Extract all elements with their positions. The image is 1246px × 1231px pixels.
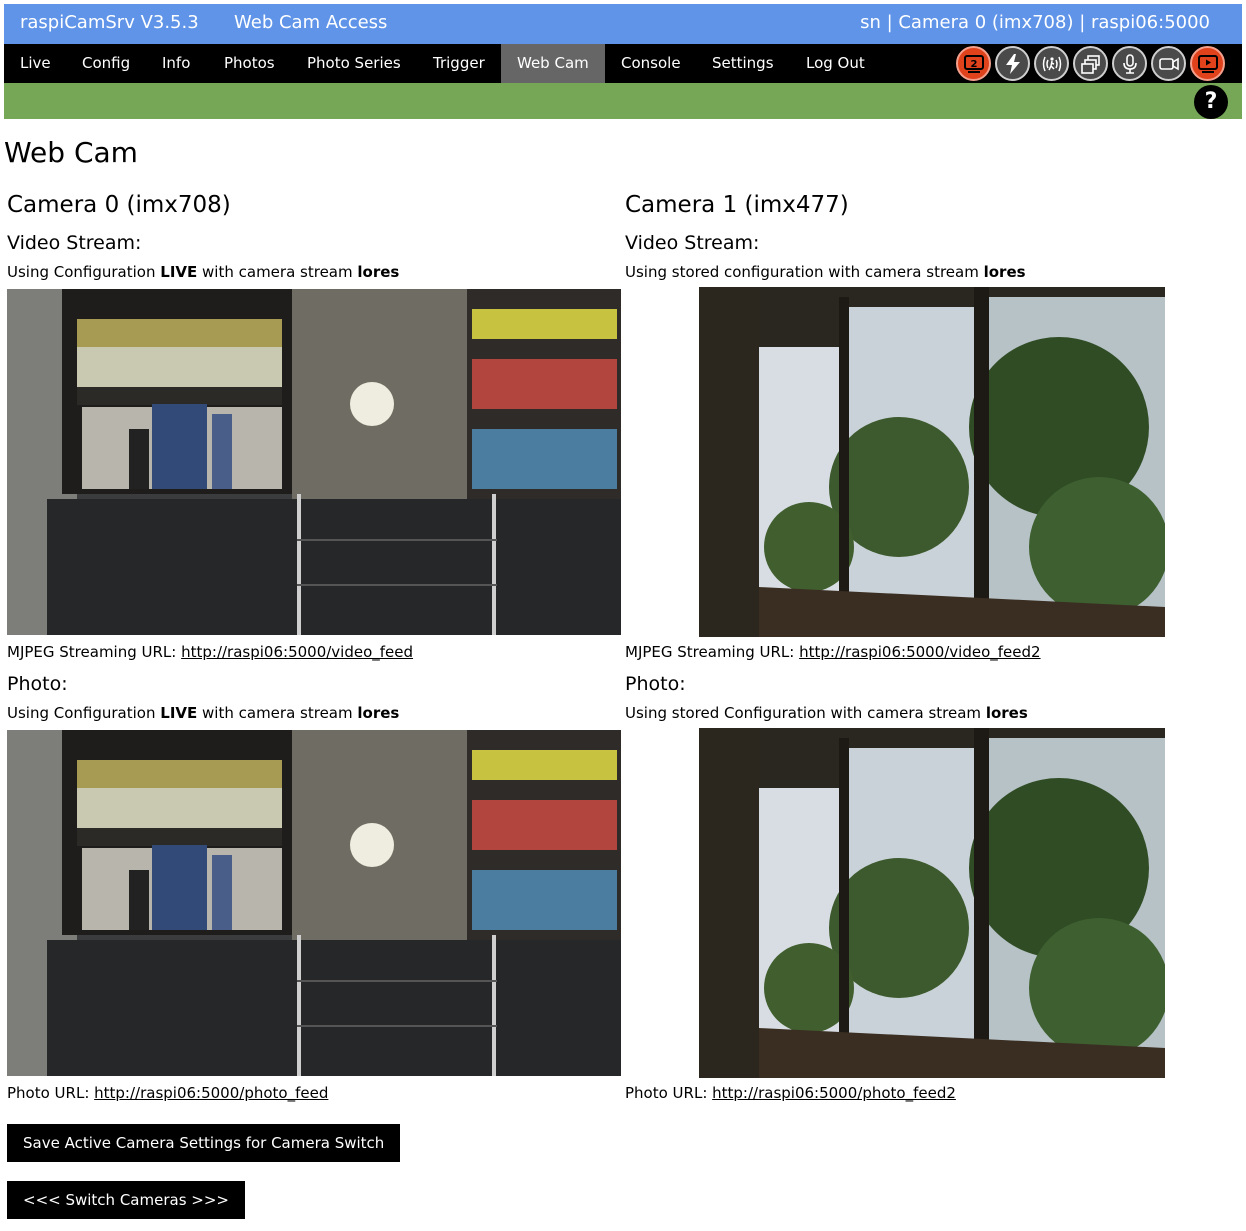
camera-0-video-label: Video Stream: (7, 232, 142, 254)
page-heading: Web Cam Access (234, 12, 388, 33)
nav-settings[interactable]: Settings (696, 44, 790, 83)
nav-console[interactable]: Console (605, 44, 697, 83)
camera-1-mjpeg-url-row: MJPEG Streaming URL: http://raspi06:5000… (625, 643, 1041, 661)
camera-1-photo-config: Using stored Configuration with camera s… (625, 704, 1028, 722)
camera-0-video-stream[interactable] (7, 289, 621, 635)
camera-status: sn | Camera 0 (imx708) | raspi06:5000 (860, 12, 1210, 33)
camera-0-photo[interactable] (7, 730, 621, 1076)
camera-1-heading: Camera 1 (imx477) (625, 192, 849, 218)
camera-switch-count: 2 (970, 59, 977, 70)
camera-0-photo-config: Using Configuration LIVE with camera str… (7, 704, 400, 722)
camera-1-mjpeg-url-link[interactable]: http://raspi06:5000/video_feed2 (799, 643, 1040, 661)
camera-1-video-stream[interactable] (699, 287, 1165, 637)
camera-0-heading: Camera 0 (imx708) (7, 192, 231, 218)
camera-1-photo-url-row: Photo URL: http://raspi06:5000/photo_fee… (625, 1084, 956, 1102)
switch-cameras-button[interactable]: <<< Switch Cameras >>> (7, 1181, 245, 1219)
page-title: Web Cam (4, 136, 138, 169)
camera-1-video-config: Using stored configuration with camera s… (625, 263, 1026, 281)
multi-window-icon[interactable] (1073, 46, 1108, 81)
nav-trigger[interactable]: Trigger (417, 44, 501, 83)
camera-1-photo-url-link[interactable]: http://raspi06:5000/photo_feed2 (712, 1084, 956, 1102)
save-camera-settings-button[interactable]: Save Active Camera Settings for Camera S… (7, 1124, 401, 1162)
camera-1-photo-label: Photo: (625, 673, 686, 695)
nav-config[interactable]: Config (66, 44, 146, 83)
nav-log-out[interactable]: Log Out (790, 44, 881, 83)
video-camera-icon[interactable] (1151, 46, 1186, 81)
message-bar: ? (4, 83, 1242, 119)
nav-bar: Live Config Info Photos Photo Series Tri… (4, 44, 1242, 83)
camera-0-photo-url-link[interactable]: http://raspi06:5000/photo_feed (94, 1084, 328, 1102)
camera-0-video-config: Using Configuration LIVE with camera str… (7, 263, 400, 281)
live-stream-icon[interactable] (1190, 46, 1225, 81)
camera-0-photo-label: Photo: (7, 673, 68, 695)
help-icon[interactable]: ? (1194, 85, 1228, 119)
motion-detection-icon[interactable] (1034, 46, 1069, 81)
camera-1-photo[interactable] (699, 728, 1165, 1078)
camera-1-video-label: Video Stream: (625, 232, 760, 254)
title-bar: raspiCamSrv V3.5.3 Web Cam Access sn | C… (4, 4, 1242, 44)
microphone-icon[interactable] (1112, 46, 1147, 81)
camera-switch-icon[interactable]: 2 (956, 46, 991, 81)
trigger-bolt-icon[interactable] (995, 46, 1030, 81)
nav-photo-series[interactable]: Photo Series (291, 44, 417, 83)
nav-web-cam[interactable]: Web Cam (501, 44, 605, 83)
camera-0-mjpeg-url-link[interactable]: http://raspi06:5000/video_feed (181, 643, 413, 661)
camera-0-mjpeg-url-row: MJPEG Streaming URL: http://raspi06:5000… (7, 643, 414, 661)
nav-live[interactable]: Live (4, 44, 67, 83)
nav-info[interactable]: Info (146, 44, 206, 83)
app-title: raspiCamSrv V3.5.3 (20, 12, 199, 33)
camera-0-photo-url-row: Photo URL: http://raspi06:5000/photo_fee… (7, 1084, 329, 1102)
nav-photos[interactable]: Photos (208, 44, 291, 83)
